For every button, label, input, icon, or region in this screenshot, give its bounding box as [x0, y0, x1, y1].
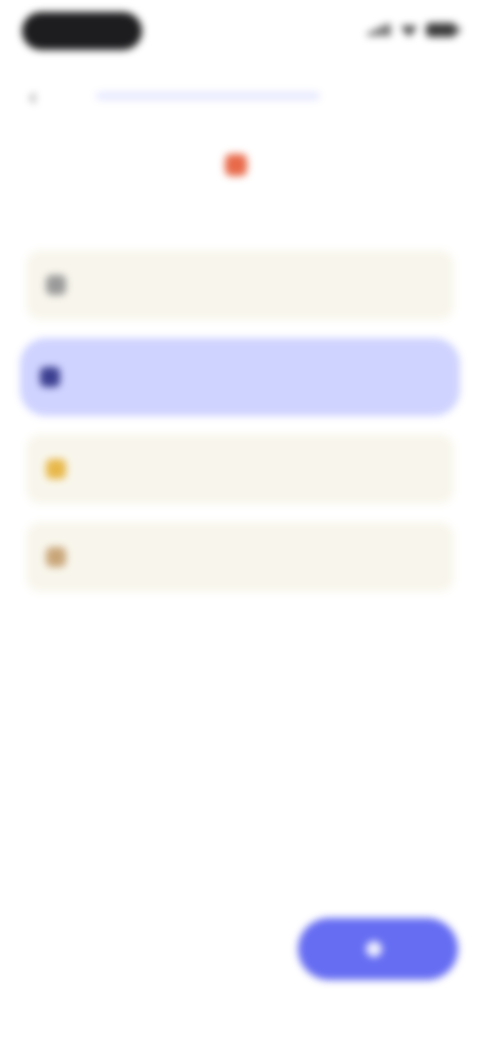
option-4[interactable]	[26, 522, 454, 592]
signal-icon	[368, 24, 392, 36]
option-1[interactable]	[26, 250, 454, 320]
option-list	[20, 250, 460, 592]
back-button[interactable]: ‹	[18, 82, 48, 112]
status-icons	[368, 20, 460, 40]
progress-bar	[96, 92, 320, 100]
option-3[interactable]	[26, 434, 454, 504]
dynamic-island	[22, 12, 142, 50]
continue-button[interactable]	[298, 918, 458, 980]
option-icon	[46, 459, 66, 479]
option-2[interactable]	[20, 338, 460, 416]
option-icon	[46, 547, 66, 567]
chevron-left-icon: ‹	[29, 84, 37, 109]
status-bar	[0, 0, 480, 64]
battery-icon	[426, 23, 460, 37]
wifi-icon	[400, 25, 418, 37]
nav-bar: ‹	[0, 76, 480, 116]
screen: ‹	[0, 0, 480, 1040]
option-icon	[40, 367, 60, 387]
arrow-icon	[366, 941, 382, 957]
question	[40, 154, 440, 176]
option-icon	[46, 275, 66, 295]
emoji-icon	[225, 154, 247, 176]
